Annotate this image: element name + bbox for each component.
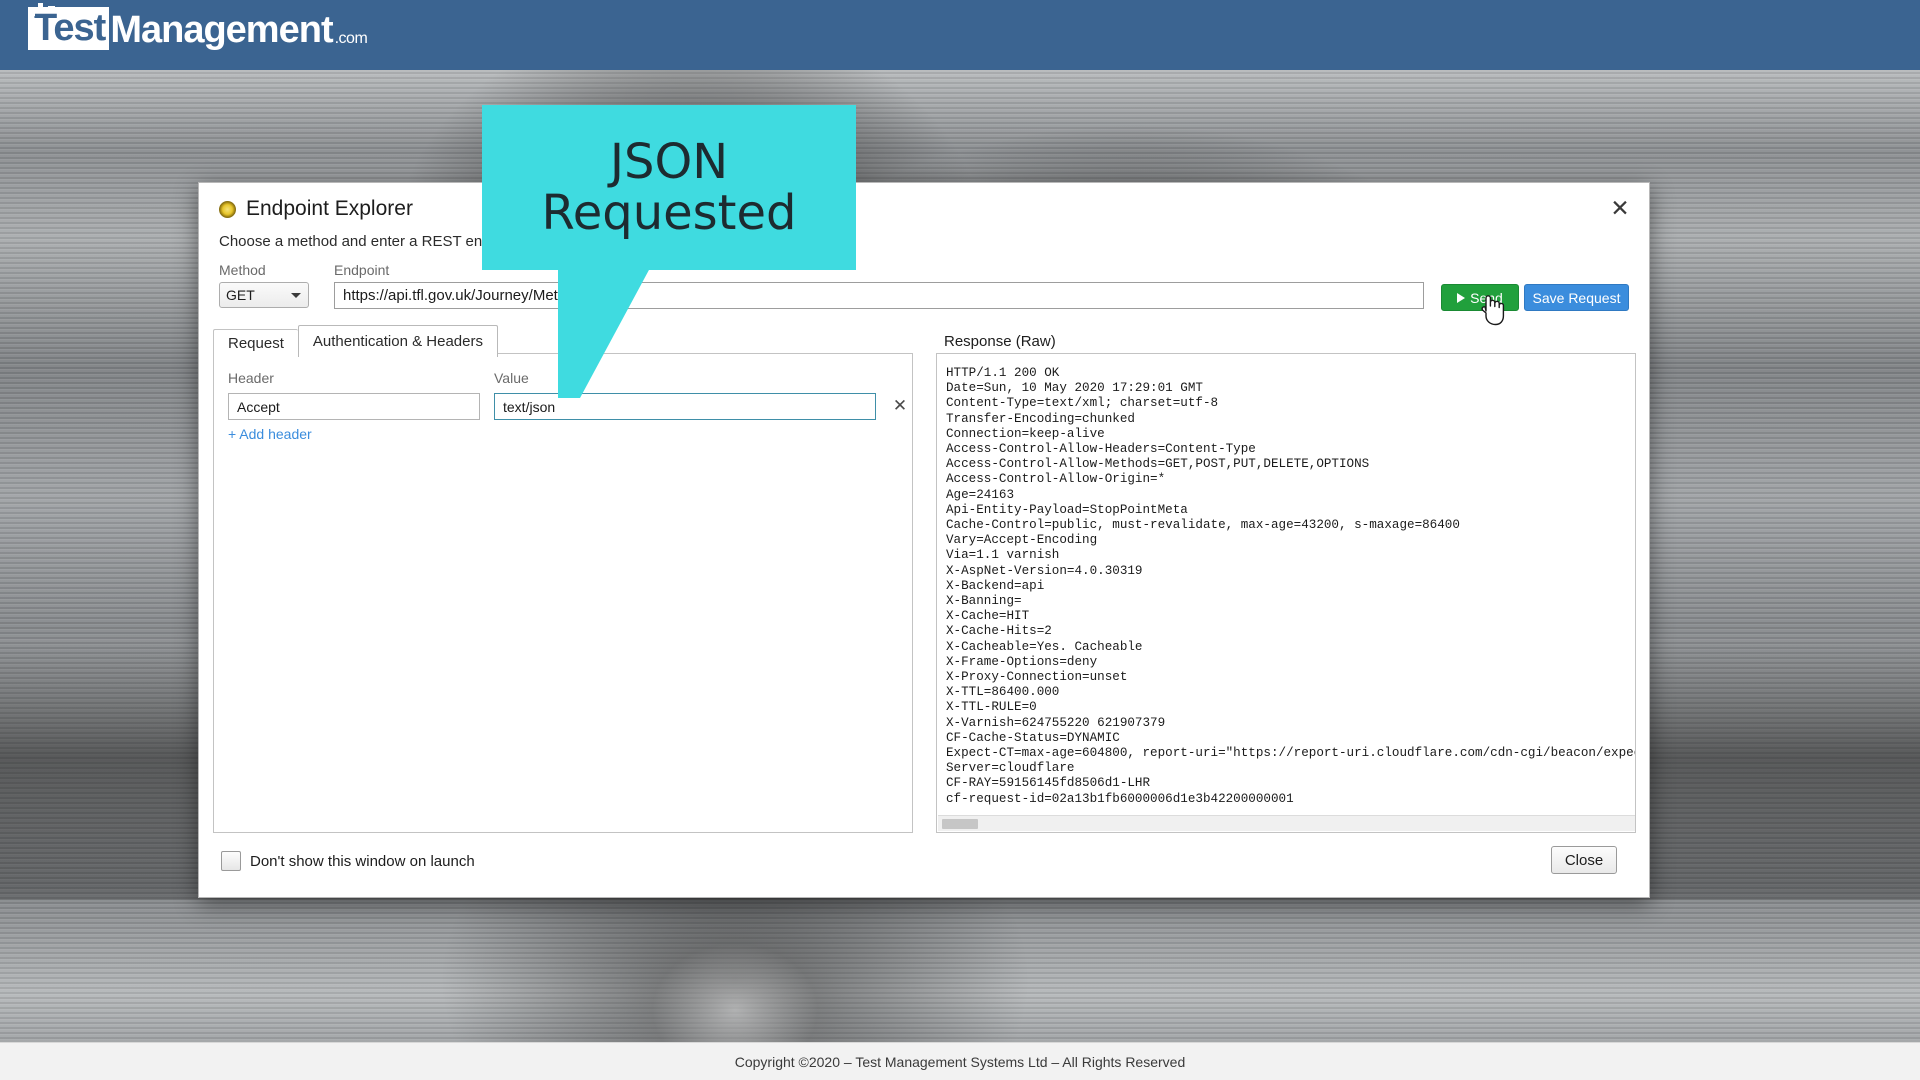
page-footer: Copyright ©2020 – Test Management System… [0,1042,1920,1080]
value-column-label: Value [494,370,529,386]
headers-panel: Header Value ✕ + Add header [213,353,913,833]
dialog-title: Endpoint Explorer [246,197,413,221]
response-panel: HTTP/1.1 200 OK Date=Sun, 10 May 2020 17… [936,353,1636,833]
remove-header-icon[interactable]: ✕ [890,394,910,418]
tab-request-label: Request [228,335,284,352]
method-select-value: GET [226,287,255,303]
callout-line-2: Requested [542,188,797,238]
method-label: Method [219,262,309,278]
tab-request[interactable]: Request [213,329,298,357]
logo-text-management: Management [110,10,332,50]
method-endpoint-row: Method GET Endpoint Send Save Request [219,262,1629,320]
tab-authentication-headers[interactable]: Authentication & Headers [298,325,498,357]
brand-header: Test Management .com [0,0,1920,70]
callout-line-1: JSON [610,137,728,187]
close-button[interactable]: Close [1551,846,1617,874]
response-horizontal-scrollbar[interactable] [938,815,1636,831]
endpoint-input[interactable] [334,282,1424,309]
header-column-label: Header [228,370,274,386]
chevron-down-icon [291,293,301,298]
response-scrollbar-thumb[interactable] [942,819,978,829]
logo-text-dotcom: .com [335,31,368,47]
endpoint-explorer-icon [219,201,236,218]
copyright-text: Copyright ©2020 – Test Management System… [735,1054,1186,1070]
close-button-label: Close [1565,852,1603,869]
method-field-group: Method GET [219,262,309,308]
header-name-input[interactable] [228,393,480,420]
request-tabs: Request Authentication & Headers [213,325,498,357]
add-header-link[interactable]: + Add header [228,426,312,442]
response-label: Response (Raw) [944,333,1056,350]
response-raw-text: HTTP/1.1 200 OK Date=Sun, 10 May 2020 17… [946,366,1635,810]
play-icon [1457,293,1465,303]
save-request-button[interactable]: Save Request [1524,284,1629,311]
method-select[interactable]: GET [219,282,309,308]
dont-show-row[interactable]: Don't show this window on launch [221,851,475,871]
dialog-close-icon[interactable]: ✕ [1605,193,1635,223]
header-value-input[interactable] [494,393,876,420]
callout-json-requested: JSON Requested [482,105,856,270]
callout-tail [558,268,650,398]
site-logo[interactable]: Test Management .com [28,7,367,50]
save-request-label: Save Request [1533,290,1621,306]
tab-authentication-headers-label: Authentication & Headers [313,333,483,350]
dont-show-checkbox[interactable] [221,851,241,871]
logo-pixels-icon [30,3,66,19]
mouse-cursor-hand [1477,291,1507,327]
dialog-title-row: Endpoint Explorer [219,197,413,221]
dont-show-label: Don't show this window on launch [250,853,475,870]
